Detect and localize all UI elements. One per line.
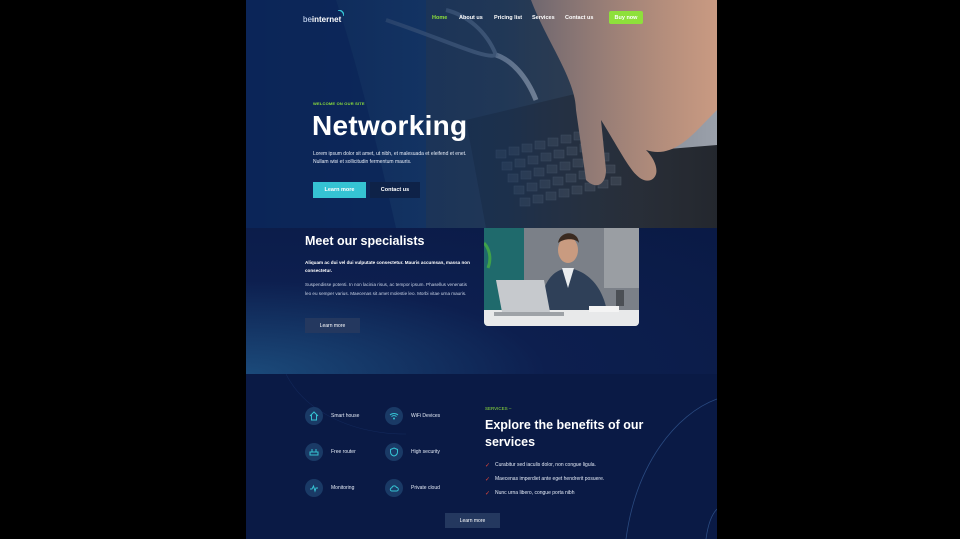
services-title: Explore the benefits of our services [485, 418, 644, 449]
feature-label: Private cloud [411, 485, 440, 491]
logo-signal-icon [338, 10, 344, 16]
services-learn-more-button[interactable]: Learn more [445, 513, 500, 528]
services-benefit-list: ✓ Curabitur sed iaculis dolor, non congue… [485, 458, 604, 500]
monitoring-icon [305, 479, 323, 497]
smart-house-icon [305, 407, 323, 425]
hero-learn-more-button[interactable]: Learn more [313, 182, 366, 198]
hero-eyebrow: WELCOME ON OUR SITE [313, 101, 365, 106]
feature-monitoring: Monitoring [305, 479, 354, 497]
list-item: ✓ Maecenas imperdiet ante eget hendrerit … [485, 472, 604, 486]
specialist-photo [484, 228, 639, 326]
list-item: ✓ Curabitur sed iaculis dolor, non congue… [485, 458, 604, 472]
services-section: Smart house WiFi Devices Free router Hig… [246, 374, 717, 539]
feature-wifi-devices: WiFi Devices [385, 407, 440, 425]
feature-free-router: Free router [305, 443, 356, 461]
logo-text-light: be [303, 15, 312, 24]
nav-services[interactable]: Services [532, 15, 555, 21]
list-item: ✓ Nunc urna libero, congue porta nibh [485, 486, 604, 500]
top-navigation: beinternet Home About us Pricing list Se… [246, 0, 717, 34]
cloud-icon [385, 479, 403, 497]
check-icon: ✓ [485, 462, 491, 469]
list-item-text: Maecenas imperdiet ante eget hendrerit p… [495, 476, 605, 482]
hero-contact-us-button[interactable]: Contact us [370, 182, 420, 198]
list-item-text: Nunc urna libero, congue porta nibh [495, 490, 575, 496]
specialists-learn-more-button[interactable]: Learn more [305, 318, 360, 333]
list-item-text: Curabitur sed iaculis dolor, non congue … [495, 462, 596, 468]
landing-page: beinternet Home About us Pricing list Se… [246, 0, 717, 539]
check-icon: ✓ [485, 476, 491, 483]
nav-contact-us[interactable]: Contact us [565, 15, 593, 21]
logo-text-bold: internet [311, 15, 342, 24]
feature-smart-house: Smart house [305, 407, 359, 425]
buy-now-button[interactable]: Buy now [609, 11, 643, 24]
feature-label: Free router [331, 449, 356, 455]
router-icon [305, 443, 323, 461]
services-eyebrow: SERVICES – [485, 406, 512, 411]
feature-label: High security [411, 449, 440, 455]
specialists-body: Suspendisse potenti. In non lacinia risu… [305, 282, 467, 296]
site-logo[interactable]: beinternet [303, 15, 341, 24]
hero-description: Lorem ipsum dolor sit amet, ut nibh, et … [313, 151, 467, 165]
wifi-devices-icon [385, 407, 403, 425]
nav-pricing-list[interactable]: Pricing list [494, 15, 522, 21]
specialists-title: Meet our specialists [305, 234, 425, 248]
nav-home[interactable]: Home [432, 15, 447, 21]
check-icon: ✓ [485, 490, 491, 497]
specialists-section: Meet our specialists Aliquam ac dui vel … [246, 228, 717, 374]
security-icon [385, 443, 403, 461]
feature-label: WiFi Devices [411, 413, 441, 419]
feature-high-security: High security [385, 443, 440, 461]
feature-private-cloud: Private cloud [385, 479, 440, 497]
hero-title: Networking [312, 110, 468, 141]
hero-section: beinternet Home About us Pricing list Se… [246, 0, 717, 228]
feature-label: Smart house [331, 413, 360, 419]
specialists-lead: Aliquam ac dui vel dui vulputate consect… [305, 260, 470, 273]
feature-label: Monitoring [331, 485, 355, 491]
nav-about-us[interactable]: About us [459, 15, 483, 21]
